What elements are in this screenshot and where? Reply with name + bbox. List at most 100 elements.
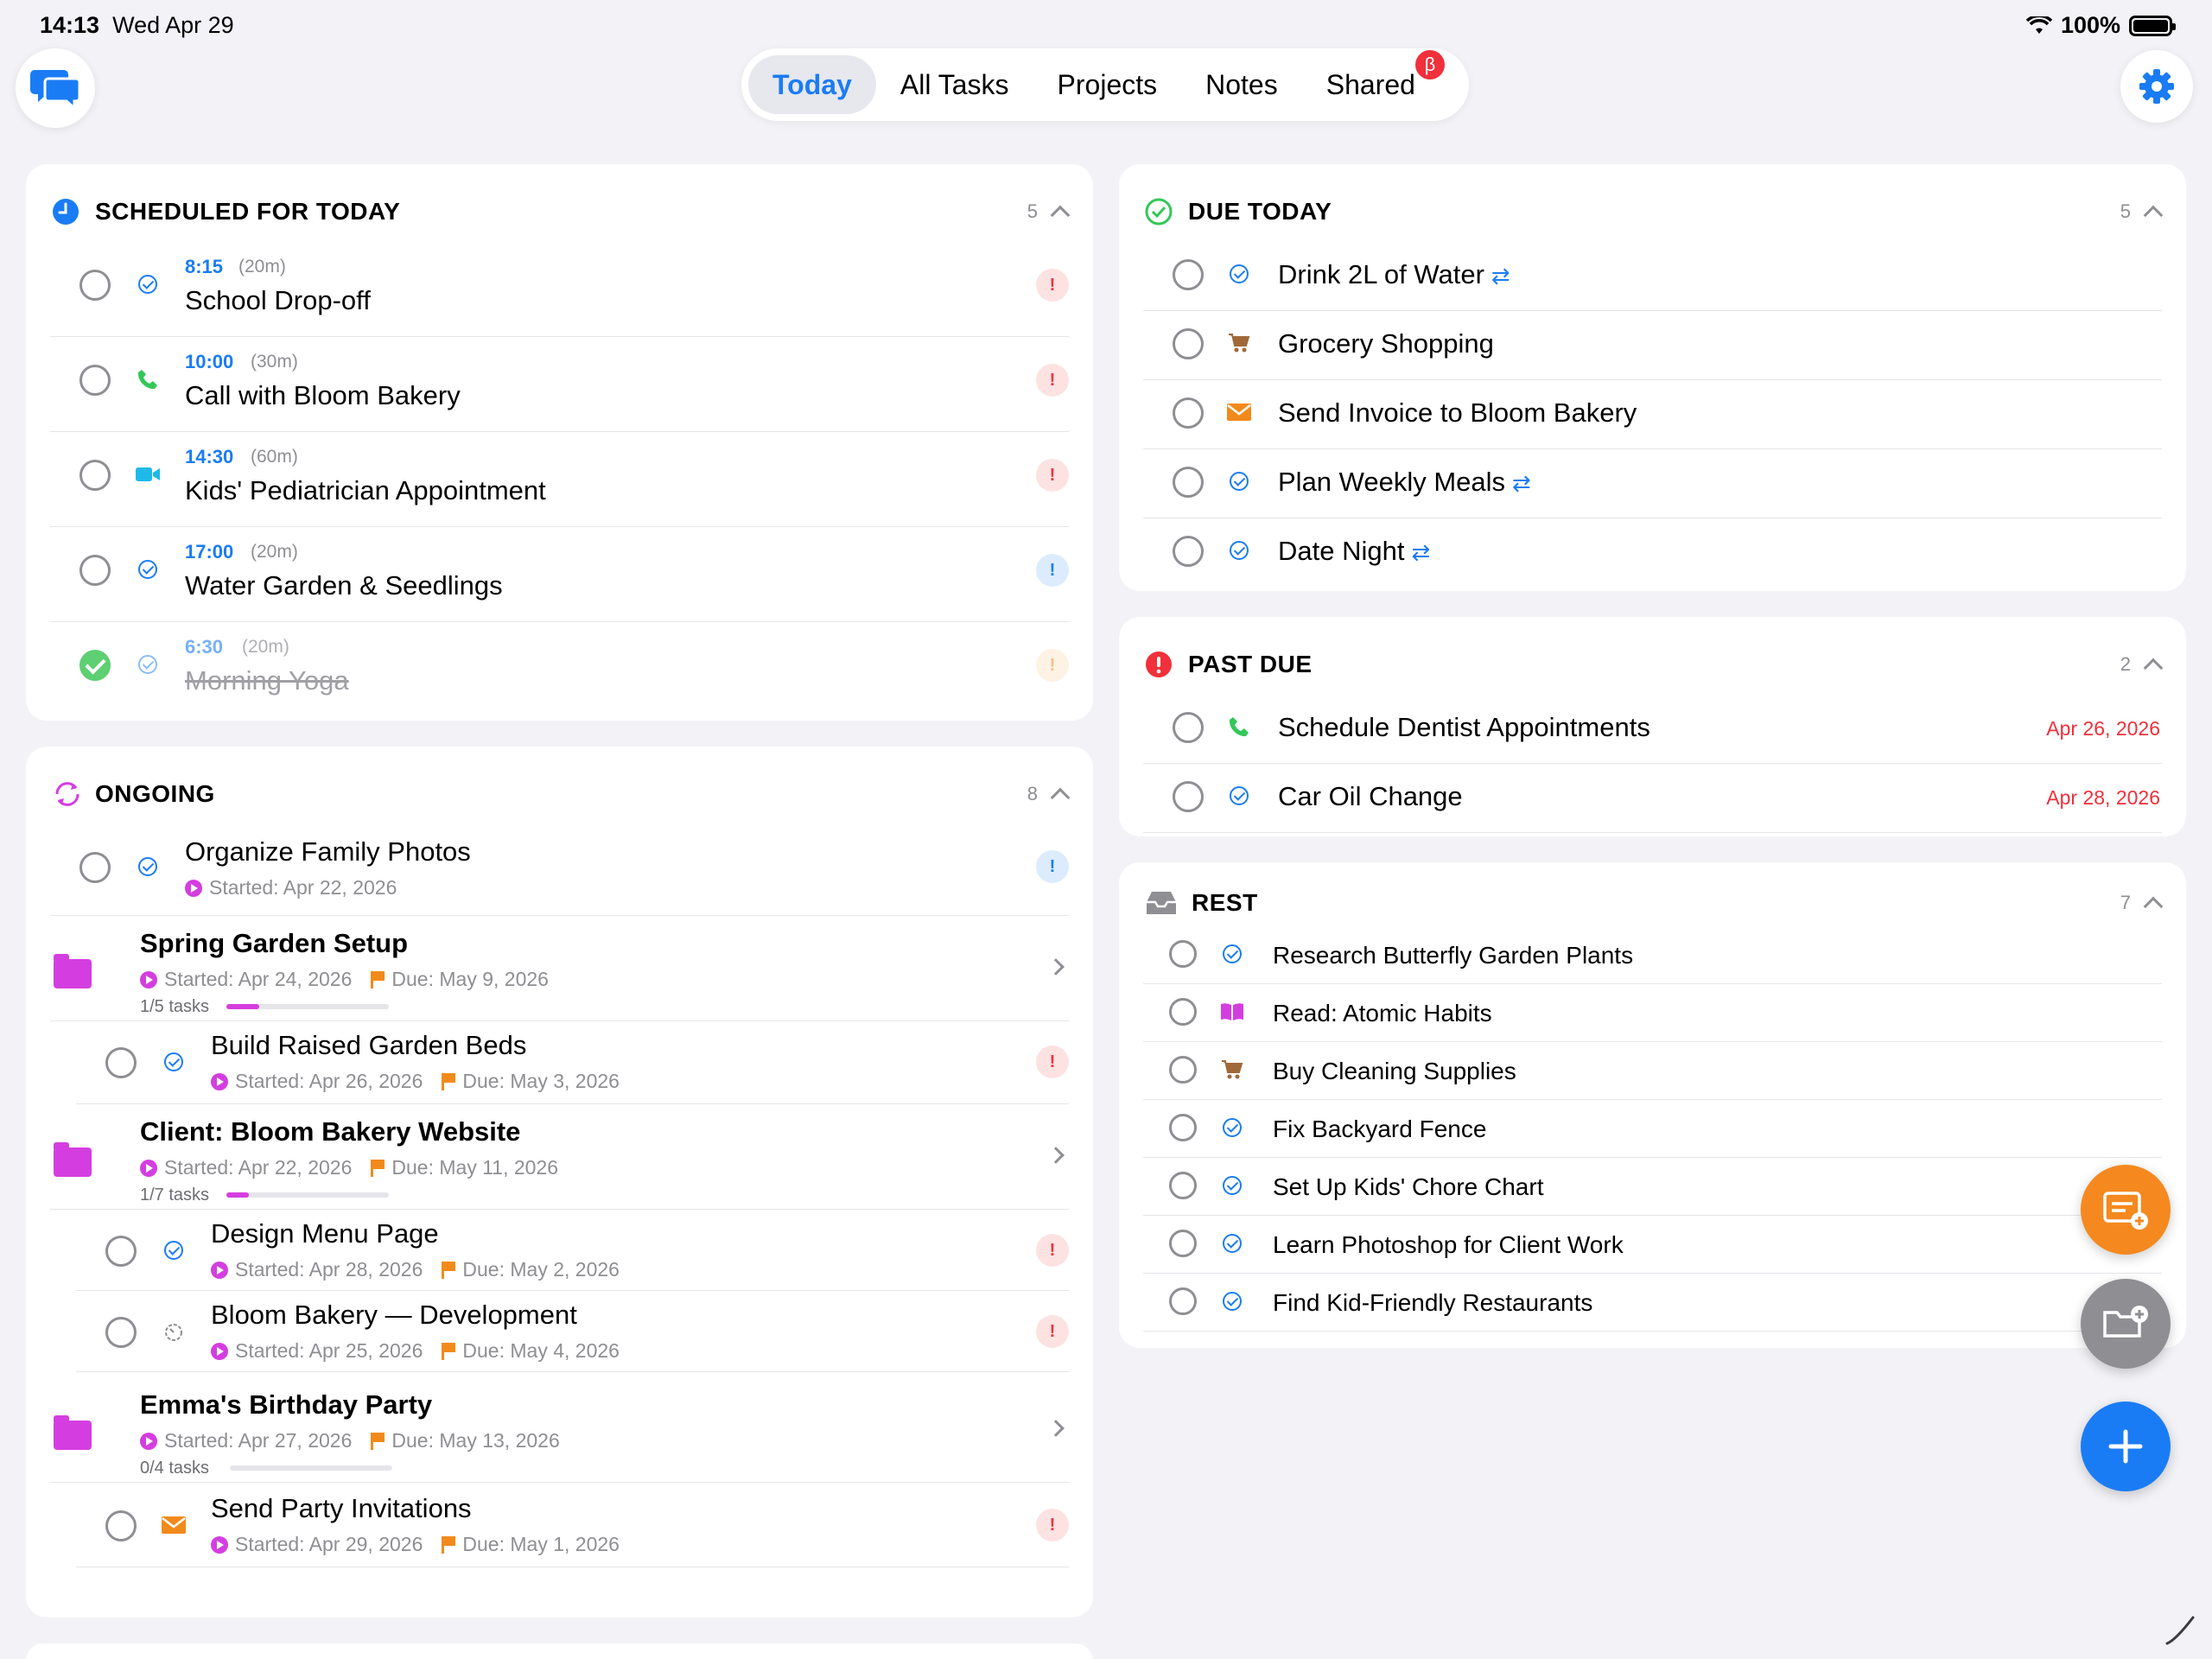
- completed-checkbox[interactable]: [79, 650, 111, 681]
- task-meta: Started: Apr 26, 2026 Due: May 3, 2026: [211, 1070, 620, 1093]
- task-duration: (20m): [242, 637, 289, 657]
- complete-checkbox[interactable]: [105, 1047, 137, 1078]
- check-circle-icon: [1219, 1230, 1245, 1256]
- chevron-right-icon[interactable]: [1047, 958, 1065, 976]
- due-item[interactable]: Drink 2L of Water ⇄: [1143, 242, 2162, 311]
- tab-projects[interactable]: Projects: [1033, 55, 1182, 114]
- ongoing-project[interactable]: Client: Bloom Bakery Website Started: Ap…: [50, 1104, 1069, 1210]
- past-due-header[interactable]: PAST DUE 2: [1145, 643, 2164, 686]
- scheduled-item[interactable]: 10:00 (30m) Call with Bloom Bakery !: [50, 337, 1069, 432]
- rest-item[interactable]: Set Up Kids' Chore Chart: [1143, 1158, 2162, 1216]
- complete-checkbox[interactable]: [105, 1510, 137, 1541]
- chevron-right-icon[interactable]: [1047, 1420, 1065, 1437]
- ongoing-subtask[interactable]: Build Raised Garden Beds Started: Apr 26…: [76, 1021, 1069, 1104]
- task-title: Buy Cleaning Supplies: [1273, 1058, 1516, 1084]
- tab-notes[interactable]: Notes: [1181, 55, 1302, 114]
- due-item[interactable]: Date Night ⇄: [1143, 518, 2162, 588]
- ongoing-subtask[interactable]: Send Party Invitations Started: Apr 29, …: [76, 1483, 1069, 1567]
- tab-all-tasks[interactable]: All Tasks: [876, 55, 1033, 114]
- rest-header[interactable]: REST 7: [1145, 881, 2164, 925]
- pencil-scribble-icon[interactable]: [2160, 1607, 2203, 1650]
- inbox-tray-icon: [1147, 892, 1176, 914]
- complete-checkbox[interactable]: [1169, 1172, 1197, 1199]
- complete-checkbox[interactable]: [1173, 259, 1204, 290]
- tab-today[interactable]: Today: [748, 55, 876, 114]
- rest-item[interactable]: Fix Backyard Fence: [1143, 1100, 2162, 1158]
- collapse-chevron-icon[interactable]: [2143, 205, 2164, 226]
- due-today-header[interactable]: DUE TODAY 5: [1145, 190, 2164, 233]
- priority-high-icon: !: [1036, 269, 1069, 302]
- complete-checkbox[interactable]: [1169, 1287, 1197, 1315]
- task-title: Build Raised Garden Beds: [211, 1030, 527, 1060]
- rest-item[interactable]: Find Kid-Friendly Restaurants: [1143, 1274, 2162, 1332]
- due-item[interactable]: Grocery Shopping: [1143, 311, 2162, 380]
- check-circle-icon: [161, 1237, 187, 1263]
- check-circle-icon: [135, 652, 161, 677]
- complete-checkbox[interactable]: [1173, 712, 1204, 743]
- task-title: Schedule Dentist Appointments: [1278, 712, 1650, 742]
- rest-item[interactable]: Buy Cleaning Supplies: [1143, 1042, 2162, 1100]
- complete-checkbox[interactable]: [79, 460, 111, 491]
- play-icon: [211, 1535, 228, 1554]
- complete-checkbox[interactable]: [79, 270, 111, 301]
- complete-checkbox[interactable]: [1169, 1056, 1197, 1084]
- task-time: 6:30: [185, 636, 224, 658]
- complete-checkbox[interactable]: [1169, 1114, 1197, 1141]
- complete-checkbox[interactable]: [1173, 781, 1204, 812]
- scheduled-item[interactable]: 8:15 (20m) School Drop-off !: [50, 242, 1069, 337]
- complete-checkbox[interactable]: [1169, 998, 1197, 1026]
- complete-checkbox[interactable]: [79, 852, 111, 883]
- complete-checkbox[interactable]: [79, 365, 111, 396]
- scheduled-item[interactable]: 14:30 (60m) Kids' Pediatrician Appointme…: [50, 432, 1069, 527]
- ongoing-project[interactable]: Emma's Birthday Party Started: Apr 27, 2…: [50, 1372, 1069, 1483]
- battery-icon: [2129, 15, 2176, 36]
- settings-button[interactable]: [2120, 50, 2193, 123]
- complete-checkbox[interactable]: [105, 1236, 137, 1267]
- collapse-chevron-icon[interactable]: [1050, 205, 1071, 226]
- new-note-button[interactable]: [2081, 1165, 2171, 1255]
- complete-checkbox[interactable]: [1169, 1230, 1197, 1257]
- ongoing-project[interactable]: Spring Garden Setup Started: Apr 24, 202…: [50, 916, 1069, 1021]
- complete-checkbox[interactable]: [79, 555, 111, 586]
- rest-item[interactable]: Read: Atomic Habits: [1143, 984, 2162, 1042]
- complete-checkbox[interactable]: [105, 1317, 137, 1348]
- past-due-item[interactable]: Schedule Dentist Appointments Apr 26, 20…: [1143, 695, 2162, 764]
- scheduled-item-completed[interactable]: 6:30 (20m) Morning Yoga !: [50, 622, 1069, 717]
- complete-checkbox[interactable]: [1173, 536, 1204, 567]
- chat-button[interactable]: [16, 48, 95, 128]
- task-time: 10:00: [185, 351, 234, 372]
- task-title: Set Up Kids' Chore Chart: [1273, 1173, 1544, 1200]
- complete-checkbox[interactable]: [1173, 397, 1204, 429]
- cart-icon: [1219, 1057, 1245, 1083]
- complete-checkbox[interactable]: [1173, 328, 1204, 359]
- ongoing-subtask[interactable]: Design Menu Page Started: Apr 28, 2026 Du…: [76, 1210, 1069, 1291]
- ongoing-subtask[interactable]: Bloom Bakery — Development Started: Apr …: [76, 1291, 1069, 1372]
- collapse-chevron-icon[interactable]: [2143, 896, 2164, 917]
- complete-checkbox[interactable]: [1173, 467, 1204, 498]
- collapse-chevron-icon[interactable]: [1050, 787, 1071, 808]
- due-item[interactable]: Plan Weekly Meals ⇄: [1143, 449, 2162, 518]
- chevron-right-icon[interactable]: [1047, 1147, 1065, 1164]
- past-due-card: PAST DUE 2 Schedule Dentist Appointments…: [1119, 617, 2186, 836]
- ongoing-header[interactable]: ONGOING 8: [52, 772, 1071, 816]
- collapse-chevron-icon[interactable]: [2143, 658, 2164, 678]
- exclamation-circle-icon: [1146, 652, 1172, 677]
- priority-high-icon: !: [1036, 1509, 1069, 1541]
- tab-shared[interactable]: Shared β: [1302, 50, 1445, 114]
- ongoing-task[interactable]: Organize Family Photos Started: Apr 22, …: [50, 824, 1069, 916]
- complete-checkbox[interactable]: [1169, 940, 1197, 968]
- past-due-item[interactable]: Car Oil Change Apr 28, 2026: [1143, 764, 2162, 833]
- status-bar: 14:13 Wed Apr 29 100%: [0, 0, 2212, 52]
- due-item[interactable]: Send Invoice to Bloom Bakery: [1143, 380, 2162, 449]
- rest-item[interactable]: Learn Photoshop for Client Work: [1143, 1216, 2162, 1274]
- scheduled-header[interactable]: SCHEDULED FOR TODAY 5: [52, 190, 1071, 233]
- rest-card: REST 7 Research Butterfly Garden Plants …: [1119, 862, 2186, 1348]
- new-project-button[interactable]: [2081, 1279, 2171, 1369]
- check-circle-icon: [1226, 537, 1252, 563]
- check-circle-icon: [161, 1049, 187, 1075]
- scheduled-item[interactable]: 17:00 (20m) Water Garden & Seedlings !: [50, 527, 1069, 622]
- cycle-icon: [55, 782, 79, 806]
- add-task-button[interactable]: [2081, 1402, 2171, 1491]
- rest-item[interactable]: Research Butterfly Garden Plants: [1143, 926, 2162, 984]
- task-title: Morning Yoga: [185, 665, 349, 696]
